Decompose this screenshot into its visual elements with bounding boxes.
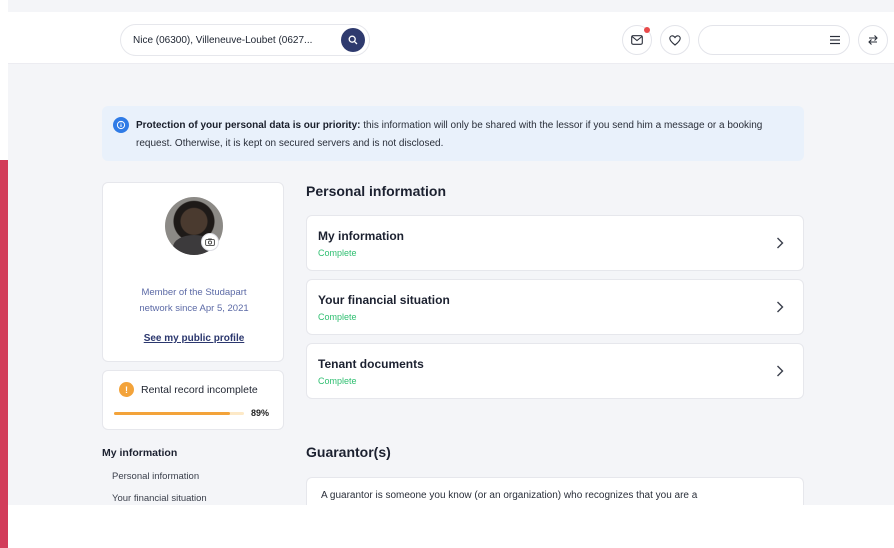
financial-situation-row[interactable]: Your financial situation Complete [306,279,804,335]
search-button[interactable] [341,28,365,52]
member-line-2: network since Apr 5, 2021 [139,303,249,314]
account-menu-button[interactable] [698,25,850,55]
sidebar-item-financial-situation[interactable]: Your financial situation [112,493,207,504]
camera-icon [205,238,215,246]
rental-record-progress-bar [114,412,244,415]
banner-bold-text: Protection of your personal data is our … [136,120,361,131]
row-status: Complete [318,248,357,258]
search-icon [348,35,358,45]
warning-icon: ! [119,382,134,397]
favorites-button[interactable] [660,25,690,55]
row-title: My information [318,229,404,243]
my-information-row[interactable]: My information Complete [306,215,804,271]
profile-card: Member of the Studapart network since Ap… [102,182,284,362]
tenant-documents-row[interactable]: Tenant documents Complete [306,343,804,399]
info-icon [113,117,129,133]
sidebar-item-personal-information[interactable]: Personal information [112,471,199,482]
heart-icon [669,34,681,46]
row-title: Your financial situation [318,293,450,307]
chevron-right-icon [773,364,787,378]
switch-mode-button[interactable] [858,25,888,55]
guarantors-heading: Guarantor(s) [306,444,391,460]
top-navigation-bar: Nice (06300), Villeneuve-Loubet (0627... [8,12,894,64]
page-bottom-edge [8,505,894,548]
guarantor-info-card: A guarantor is someone you know (or an o… [306,477,804,507]
progress-percentage: 89% [251,408,270,418]
swap-arrows-icon [868,35,878,45]
change-photo-button[interactable] [201,233,219,251]
messages-button[interactable] [622,25,652,55]
row-status: Complete [318,376,357,386]
personal-information-heading: Personal information [306,183,447,199]
location-search-field[interactable]: Nice (06300), Villeneuve-Loubet (0627... [120,24,370,56]
sidebar-nav-title[interactable]: My information [102,447,177,459]
member-line-1: Member of the Studapart [141,287,247,298]
hamburger-icon [830,35,840,45]
rental-record-card[interactable]: ! Rental record incomplete 89% [102,370,284,430]
privacy-info-banner: Protection of your personal data is our … [102,106,804,161]
progress-fill [114,412,230,415]
mail-icon [631,35,643,45]
public-profile-link[interactable]: See my public profile [103,333,285,344]
row-status: Complete [318,312,357,322]
search-location-text: Nice (06300), Villeneuve-Loubet (0627... [133,34,313,46]
guarantor-intro-text: A guarantor is someone you know (or an o… [321,490,698,501]
member-since-text: Member of the Studapart network since Ap… [103,285,285,317]
chevron-right-icon [773,236,787,250]
notification-dot [644,27,650,33]
chevron-right-icon [773,300,787,314]
row-title: Tenant documents [318,357,424,371]
rental-record-title: Rental record incomplete [141,384,258,396]
